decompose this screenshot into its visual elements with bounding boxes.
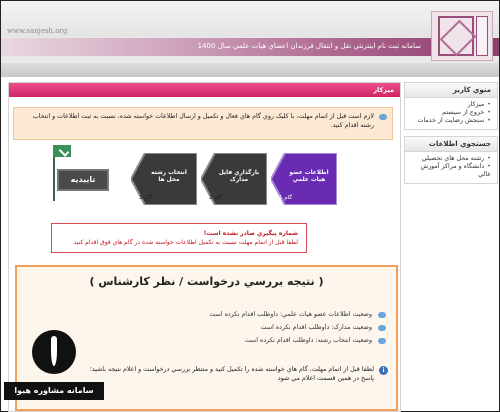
step-2-label: بارگذاري فايل مدارک (218, 170, 260, 183)
deadline-notice: لازم است قبل از اتمام مهلت، با کليک روي … (13, 107, 393, 140)
tracking-warning: شماره پيگيري صادر نشده است! (203, 230, 298, 237)
bullet-icon: • (487, 155, 491, 162)
confirmation-label: تاييديه (57, 169, 109, 191)
step-3-select-fields[interactable]: انتخاب رشته محل ها گام 3 (131, 153, 197, 205)
menu-item-label: خروج از سيستم (442, 109, 485, 116)
menu-item-logout[interactable]: •خروج از سيستم (408, 109, 491, 117)
status-documents: وضعيت مدارک: داوطلب اقدام نکرده است (86, 324, 386, 337)
user-menu-title: منوي کاربر (405, 83, 497, 98)
tracking-warning-box: شماره پيگيري صادر نشده است! لطفا قبل از … (51, 223, 307, 253)
check-flag-icon (53, 145, 71, 157)
bullet-icon: • (487, 101, 491, 108)
user-menu-box: منوي کاربر •ميزکار •خروج از سيستم •سنجش … (404, 82, 498, 130)
status-field-selection: وضعيت انتخاب رشته: داوطلب اقدام نکرده اس… (86, 337, 386, 350)
step-1-number: گام 1 (279, 195, 292, 201)
notice-text: لازم است قبل از اتمام مهلت، با کليک روي … (32, 113, 374, 129)
speech-bubble-icon (378, 325, 386, 331)
confirmation-step[interactable]: تاييديه (49, 145, 109, 205)
info-icon: i (379, 366, 388, 375)
result-note-text: لطفا قبل از اتمام مهلت، گام هاي خواسته ش… (89, 366, 374, 382)
menu-item-dashboard[interactable]: •ميزکار (408, 101, 491, 109)
step-1-label: اطلاعات عضو هيات علمي (289, 170, 329, 183)
step-3-label: انتخاب رشته محل ها (151, 170, 187, 183)
info-item-label: رشته محل هاي تحصيلي (421, 155, 485, 162)
sanjesh-logo (431, 11, 493, 61)
header-title: سامانه ثبت نام اينترنتي نقل و انتقال فرز… (197, 42, 421, 50)
speech-bubble-icon (378, 312, 386, 318)
step-2-number: گام 2 (209, 195, 222, 201)
info-search-box: جستجوي اطلاعات •رشته محل هاي تحصيلي •دان… (404, 136, 498, 184)
info-search-title: جستجوي اطلاعات (405, 137, 497, 152)
bullet-icon: • (487, 163, 491, 170)
menu-item-label: سنجش رضايت از خدمات (417, 117, 485, 124)
site-header: www.sanjesh.org سامانه ثبت نام اينترنتي … (1, 1, 499, 63)
deadline-warning: لطفا قبل از اتمام مهلت نسبت به تکميل اطل… (73, 239, 298, 246)
hiva-watermark: سامانه مشاوره هيوا (4, 330, 104, 410)
speech-bubble-icon (378, 338, 386, 344)
logo-mark (438, 16, 474, 56)
bullet-icon: • (487, 109, 491, 116)
step-3-number: گام 3 (139, 195, 152, 201)
watermark-text: سامانه مشاوره هيوا (4, 382, 104, 400)
workflow-steps: تاييديه انتخاب رشته محل ها گام 3 بارگذار… (49, 145, 339, 213)
status-faculty-info: وضعيت اطلاعات عضو هيات علمي: داوطلب اقدا… (86, 311, 386, 324)
logo-side (476, 16, 488, 56)
step-1-faculty-info[interactable]: اطلاعات عضو هيات علمي گام 1 (271, 153, 337, 205)
bullet-icon: • (487, 117, 491, 124)
pen-nib-icon (32, 330, 76, 374)
panel-title: ميزکار (9, 83, 400, 97)
site-url: www.sanjesh.org (7, 27, 68, 35)
result-title: ( نتيجه بررسي درخواست / نظر کارشناس ) (89, 275, 324, 288)
speech-bubble-icon (379, 114, 387, 120)
menu-item-satisfaction[interactable]: •سنجش رضايت از خدمات (408, 117, 491, 125)
status-text: وضعيت انتخاب رشته: داوطلب اقدام نکرده اس… (244, 337, 372, 344)
status-text: وضعيت اطلاعات عضو هيات علمي: داوطلب اقدا… (209, 311, 372, 318)
result-status-list: وضعيت اطلاعات عضو هيات علمي: داوطلب اقدا… (86, 311, 386, 350)
info-item-fields[interactable]: •رشته محل هاي تحصيلي (408, 155, 491, 163)
menu-item-label: ميزکار (467, 101, 485, 108)
header-top (1, 1, 499, 37)
step-2-upload-documents[interactable]: بارگذاري فايل مدارک گام 2 (201, 153, 267, 205)
header-strip (1, 63, 499, 77)
sidebar: منوي کاربر •ميزکار •خروج از سيستم •سنجش … (404, 82, 498, 190)
status-text: وضعيت مدارک: داوطلب اقدام نکرده است (260, 324, 372, 331)
info-item-label: دانشگاه و مراکز آموزش عالي (420, 163, 491, 178)
info-item-universities[interactable]: •دانشگاه و مراکز آموزش عالي (408, 163, 491, 179)
result-note: i لطفا قبل از اتمام مهلت، گام هاي خواسته… (88, 365, 388, 383)
